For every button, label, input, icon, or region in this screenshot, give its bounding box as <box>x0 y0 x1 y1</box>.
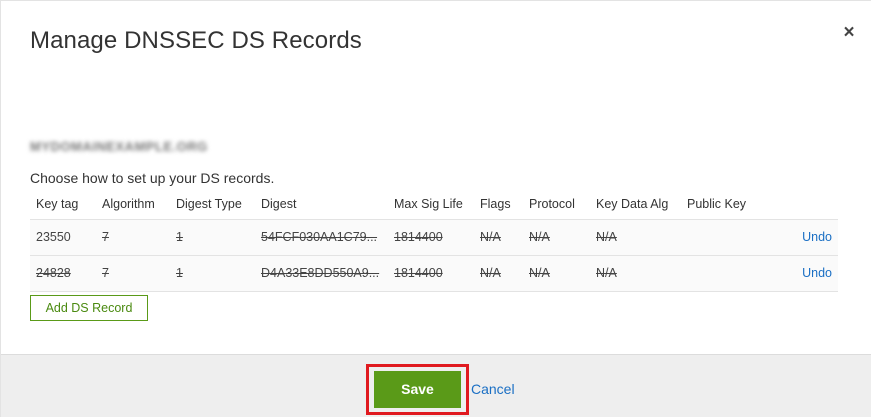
column-header-algorithm: Algorithm <box>96 190 170 220</box>
cell-flags: N/A <box>474 219 523 256</box>
column-header-max-sig-life: Max Sig Life <box>388 190 474 220</box>
cell-digest: 54FCF030AA1C79... <box>255 219 388 256</box>
cell-digest-type: 1 <box>170 255 255 292</box>
cell-max-sig-life: 1814400 <box>388 255 474 292</box>
cell-key-data-alg: N/A <box>590 255 681 292</box>
cell-key-tag: 24828 <box>30 255 96 292</box>
cell-action: Undo <box>761 255 838 292</box>
cell-protocol: N/A <box>523 255 590 292</box>
cell-algorithm: 7 <box>96 219 170 256</box>
instructions-text: Choose how to set up your DS records. <box>30 170 275 186</box>
column-header-digest-type: Digest Type <box>170 190 255 220</box>
cell-public-key <box>681 255 761 292</box>
dialog-title: Manage DNSSEC DS Records <box>30 27 362 54</box>
close-icon[interactable]: × <box>839 23 859 43</box>
cancel-link[interactable]: Cancel <box>471 381 515 397</box>
ds-records-table: Key tag Algorithm Digest Type Digest Max… <box>30 190 838 292</box>
cell-digest: D4A33E8DD550A9... <box>255 255 388 292</box>
cell-algorithm: 7 <box>96 255 170 292</box>
domain-name: MYDOMAINEXAMPLE.ORG <box>30 139 226 152</box>
column-header-digest: Digest <box>255 190 388 220</box>
cell-flags: N/A <box>474 255 523 292</box>
table-row: 24828 7 1 D4A33E8DD550A9... 1814400 N/A … <box>30 255 838 292</box>
column-header-key-tag: Key tag <box>30 190 96 220</box>
column-header-flags: Flags <box>474 190 523 220</box>
domain-name-text: MYDOMAINEXAMPLE.ORG <box>30 139 208 152</box>
cell-public-key <box>681 219 761 256</box>
undo-link[interactable]: Undo <box>802 230 832 244</box>
cell-digest-type: 1 <box>170 219 255 256</box>
cell-key-tag: 23550 <box>30 219 96 256</box>
save-button[interactable]: Save <box>374 371 461 408</box>
column-header-action <box>761 190 838 220</box>
manage-dnssec-dialog: × Manage DNSSEC DS Records MYDOMAINEXAMP… <box>0 0 871 417</box>
add-ds-record-button[interactable]: Add DS Record <box>30 295 148 321</box>
undo-link[interactable]: Undo <box>802 266 832 280</box>
cell-action: Undo <box>761 219 838 256</box>
column-header-protocol: Protocol <box>523 190 590 220</box>
table-row: 23550 7 1 54FCF030AA1C79... 1814400 N/A … <box>30 219 838 256</box>
column-header-key-data-alg: Key Data Alg <box>590 190 681 220</box>
cell-protocol: N/A <box>523 219 590 256</box>
cell-max-sig-life: 1814400 <box>388 219 474 256</box>
cell-key-data-alg: N/A <box>590 219 681 256</box>
column-header-public-key: Public Key <box>681 190 761 220</box>
table-header-row: Key tag Algorithm Digest Type Digest Max… <box>30 190 838 220</box>
